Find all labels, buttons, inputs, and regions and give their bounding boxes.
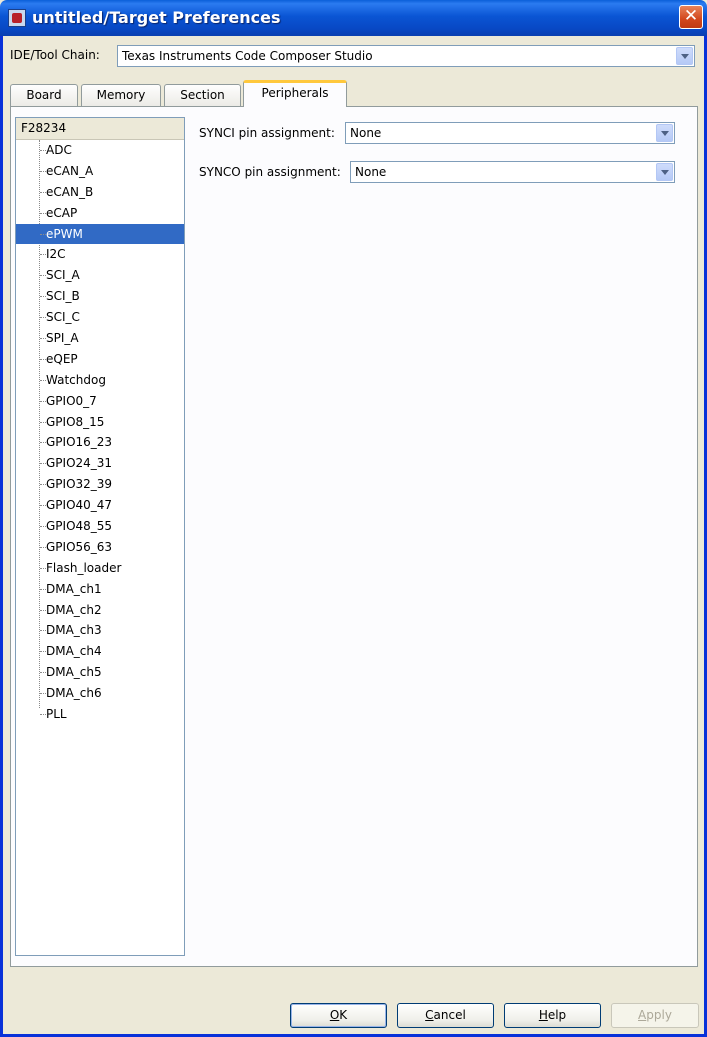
help-button[interactable]: Help (504, 1003, 601, 1028)
tree-item-pll[interactable]: PLL (16, 704, 184, 725)
tree-item-adc[interactable]: ADC (16, 140, 184, 161)
help-label-rest: elp (547, 1008, 567, 1022)
tree-root-node[interactable]: F28234 (16, 118, 184, 140)
ok-button[interactable]: OK (290, 1003, 387, 1028)
tree-item-i2c[interactable]: I2C (16, 244, 184, 265)
tree-item-dma-ch5[interactable]: DMA_ch5 (16, 662, 184, 683)
tree-item-flash-loader[interactable]: Flash_loader (16, 558, 184, 579)
tab-label: Peripherals (261, 86, 329, 100)
tree-item-epwm[interactable]: ePWM (16, 223, 184, 245)
tree-item-ecap[interactable]: eCAP (16, 203, 184, 224)
tree-item-eqep[interactable]: eQEP (16, 349, 184, 370)
ide-toolchain-value: Texas Instruments Code Composer Studio (122, 49, 373, 63)
tree-item-sci-a[interactable]: SCI_A (16, 265, 184, 286)
tree-item-spi-a[interactable]: SPI_A (16, 328, 184, 349)
synco-label: SYNCO pin assignment: (199, 165, 341, 179)
close-icon: ✕ (683, 6, 699, 26)
apply-label-rest: pply (646, 1008, 672, 1022)
cancel-mnemonic: C (425, 1008, 434, 1022)
tree-item-gpio0-7[interactable]: GPIO0_7 (16, 391, 184, 412)
synco-value: None (355, 165, 387, 179)
tree-item-gpio16-23[interactable]: GPIO16_23 (16, 432, 184, 453)
tree-item-dma-ch2[interactable]: DMA_ch2 (16, 600, 184, 621)
tab-label: Board (26, 88, 62, 102)
tree-item-gpio32-39[interactable]: GPIO32_39 (16, 474, 184, 495)
tab-label: Memory (96, 88, 146, 102)
window-title: untitled/Target Preferences (32, 8, 281, 27)
tab-memory[interactable]: Memory (81, 84, 161, 106)
tab-peripherals[interactable]: Peripherals (243, 80, 347, 107)
help-mnemonic: H (538, 1008, 548, 1022)
tab-label: Section (180, 88, 225, 102)
window-frame-left (0, 36, 3, 1037)
synci-select[interactable]: None (345, 122, 675, 144)
cancel-button[interactable]: Cancel (397, 1003, 494, 1028)
synco-select[interactable]: None (350, 161, 675, 183)
ide-toolchain-label: IDE/Tool Chain: (10, 48, 100, 62)
peripheral-tree[interactable]: F28234 ADC eCAN_A eCAN_B eCAP ePWM I2C SCI_A SC… (15, 117, 185, 956)
tree-item-dma-ch6[interactable]: DMA_ch6 (16, 683, 184, 704)
chevron-down-icon[interactable] (676, 47, 693, 65)
tree-item-sci-b[interactable]: SCI_B (16, 286, 184, 307)
tree-item-ecan-b[interactable]: eCAN_B (16, 182, 184, 203)
ok-mnemonic: O (329, 1008, 340, 1022)
ok-label-rest: K (339, 1008, 348, 1022)
tree-item-dma-ch4[interactable]: DMA_ch4 (16, 641, 184, 662)
ide-toolchain-select[interactable]: Texas Instruments Code Composer Studio (117, 45, 695, 67)
tree-item-gpio24-31[interactable]: GPIO24_31 (16, 453, 184, 474)
app-icon (8, 9, 26, 27)
cancel-label-rest: ancel (433, 1008, 466, 1022)
tree-item-sci-c[interactable]: SCI_C (16, 307, 184, 328)
chevron-down-icon[interactable] (656, 163, 673, 181)
synci-value: None (350, 126, 382, 140)
tree-item-ecan-a[interactable]: eCAN_A (16, 161, 184, 182)
apply-button[interactable]: Apply (611, 1003, 699, 1028)
synci-label: SYNCI pin assignment: (199, 126, 335, 140)
tree-item-watchdog[interactable]: Watchdog (16, 370, 184, 391)
tree-item-gpio48-55[interactable]: GPIO48_55 (16, 516, 184, 537)
chevron-down-icon[interactable] (656, 124, 673, 142)
tree-items: ADC eCAN_A eCAN_B eCAP ePWM I2C SCI_A SCI_B SCI_… (16, 140, 184, 725)
tree-item-dma-ch3[interactable]: DMA_ch3 (16, 620, 184, 641)
close-button[interactable]: ✕ (679, 5, 703, 29)
tree-item-dma-ch1[interactable]: DMA_ch1 (16, 579, 184, 600)
title-bar[interactable]: untitled/Target Preferences ✕ (0, 0, 707, 36)
tab-board[interactable]: Board (10, 84, 78, 106)
tree-item-gpio40-47[interactable]: GPIO40_47 (16, 495, 184, 516)
tree-item-gpio8-15[interactable]: GPIO8_15 (16, 412, 184, 433)
tab-section[interactable]: Section (164, 84, 241, 106)
tree-item-gpio56-63[interactable]: GPIO56_63 (16, 537, 184, 558)
